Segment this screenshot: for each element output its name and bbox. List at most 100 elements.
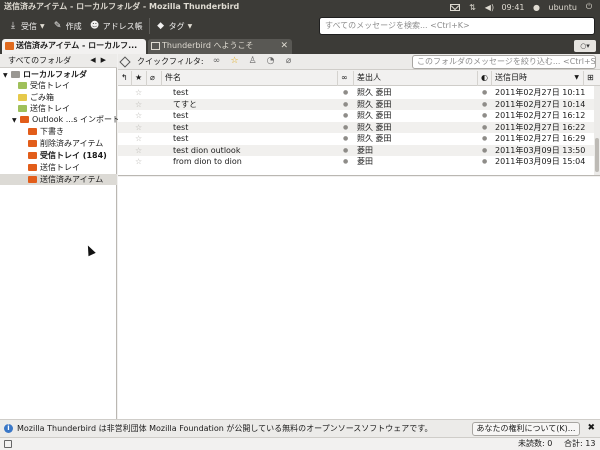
folder-icon	[28, 152, 37, 159]
tab-sent-items[interactable]: 送信済みアイテム - ローカルフ...	[2, 39, 146, 54]
folder-inbox[interactable]: 受信トレイ	[18, 80, 70, 91]
contact-filter-icon[interactable]: ♙	[248, 57, 258, 66]
app-menu-button[interactable]: ○▾	[574, 40, 596, 52]
table-row[interactable]: ☆ test dion outlook ● 菱田 ● 2011年03月09日 1…	[118, 144, 594, 156]
read-dot-icon[interactable]: ●	[343, 156, 348, 167]
write-button[interactable]: ✎ 作成	[49, 16, 86, 36]
message-date: 2011年02月27日 10:11	[495, 88, 586, 97]
unread-filter-icon[interactable]: ∞	[212, 57, 222, 66]
read-dot-icon[interactable]: ●	[343, 145, 348, 156]
twisty-open-icon[interactable]: ▼	[3, 70, 9, 81]
mouse-cursor	[84, 243, 96, 257]
table-row[interactable]: ☆ test ● 照久 菱田 ● 2011年02月27日 16:12	[118, 110, 594, 122]
star-icon[interactable]: ☆	[135, 133, 142, 144]
global-search-input[interactable]: すべてのメッセージを検索... <Ctrl+K>	[319, 17, 595, 35]
star-icon[interactable]: ☆	[135, 87, 142, 98]
folder-pane-header[interactable]: すべてのフォルダ ◀▶	[0, 54, 117, 68]
message-date: 2011年02月27日 10:14	[495, 99, 586, 109]
know-your-rights-label: あなたの権利について(K)...	[476, 424, 576, 433]
star-filter-icon[interactable]: ☆	[230, 57, 240, 66]
tag-filter-icon[interactable]: ◔	[266, 57, 276, 66]
junk-column-header[interactable]: ◐	[478, 71, 492, 86]
folder-label: ごみ箱	[30, 93, 54, 102]
attachment-filter-icon[interactable]: ⌀	[284, 57, 294, 66]
folder-trash[interactable]: ごみ箱	[18, 92, 54, 103]
junk-dot-icon[interactable]: ●	[482, 110, 487, 121]
read-dot-icon[interactable]: ●	[343, 122, 348, 133]
junk-dot-icon[interactable]: ●	[482, 122, 487, 133]
junk-dot-icon[interactable]: ●	[482, 99, 487, 110]
folder-view-label: すべてのフォルダ	[8, 56, 72, 65]
attachment-column-header[interactable]: ⌀	[147, 71, 162, 86]
volume-icon[interactable]: ◀)	[484, 3, 494, 12]
twisty-open-icon[interactable]: ▼	[12, 115, 18, 126]
date-column-header[interactable]: 送信日時 ▼	[492, 71, 584, 86]
folder-outlook-import[interactable]: ▼ Outlook ...s インポート	[12, 114, 120, 125]
table-row[interactable]: ☆ てすと ● 照久 菱田 ● 2011年02月27日 10:14	[118, 98, 594, 110]
read-dot-icon[interactable]: ●	[343, 87, 348, 98]
subject-column-header[interactable]: 件名	[162, 71, 338, 86]
offline-status-icon[interactable]	[4, 440, 12, 448]
mail-icon[interactable]	[450, 3, 461, 12]
tag-icon: ◆	[157, 21, 165, 31]
quick-filter-search-input[interactable]: このフォルダのメッセージを絞り込む... <Ctrl+Shift+K>	[412, 55, 596, 69]
junk-dot-icon[interactable]: ●	[482, 156, 487, 167]
know-your-rights-button[interactable]: あなたの権利について(K)...	[472, 422, 580, 436]
junk-dot-icon[interactable]: ●	[482, 133, 487, 144]
scrollbar-thumb[interactable]	[595, 138, 599, 172]
message-list-scrollbar[interactable]	[594, 86, 600, 175]
star-icon[interactable]: ☆	[135, 145, 142, 156]
folder-drafts[interactable]: 下書き	[28, 126, 64, 137]
folder-outbox-import[interactable]: 送信トレイ	[28, 162, 80, 173]
folder-deleted-items[interactable]: 削除済みアイテム	[28, 138, 103, 149]
unread-count: 未読数: 0	[518, 439, 553, 448]
read-dot-icon[interactable]: ●	[343, 133, 348, 144]
pin-icon[interactable]	[119, 55, 131, 68]
message-from: 菱田	[357, 145, 373, 155]
folder-icon	[28, 164, 37, 171]
tag-button[interactable]: ◆ タグ ▼	[152, 16, 197, 36]
address-book-label: アドレス帳	[102, 21, 143, 31]
network-icon[interactable]: ⇅	[467, 3, 477, 12]
thread-column-header[interactable]: ↰	[118, 71, 132, 86]
star-icon[interactable]: ☆	[135, 110, 142, 121]
tag-label: タグ	[168, 21, 185, 31]
get-mail-button[interactable]: ⤓ 受信 ▼	[4, 16, 49, 36]
user-name[interactable]: ubuntu	[549, 3, 578, 12]
read-dot-icon[interactable]: ●	[343, 99, 348, 110]
star-icon[interactable]: ☆	[135, 156, 142, 167]
close-icon[interactable]: ✖	[587, 420, 595, 437]
attachment-icon: ⌀	[150, 73, 155, 82]
chevron-down-icon[interactable]: ▼	[40, 23, 45, 30]
power-icon[interactable]: ⏻	[584, 2, 594, 12]
junk-dot-icon[interactable]: ●	[482, 145, 487, 156]
star-icon[interactable]: ☆	[135, 122, 142, 133]
read-column-header[interactable]: ∞	[338, 71, 354, 86]
correspondent-column-header[interactable]: 差出人	[354, 71, 478, 86]
folder-sent-items[interactable]: 送信済みアイテム	[0, 174, 117, 185]
column-picker[interactable]: ⊞	[584, 71, 600, 86]
folder-outbox[interactable]: 送信トレイ	[18, 103, 70, 114]
star-column-header[interactable]: ★	[132, 71, 147, 86]
star-icon[interactable]: ☆	[135, 99, 142, 110]
table-row[interactable]: ☆ test ● 照久 菱田 ● 2011年02月27日 10:11	[118, 87, 594, 99]
table-row[interactable]: ☆ test ● 照久 菱田 ● 2011年02月27日 16:22	[118, 121, 594, 133]
folder-inbox-import[interactable]: 受信トレイ (184)	[28, 150, 107, 161]
table-row[interactable]: ☆ from dion to dion ● 菱田 ● 2011年03月09日 1…	[118, 156, 594, 168]
global-search-placeholder: すべてのメッセージを検索... <Ctrl+K>	[325, 21, 470, 30]
folder-view-arrows[interactable]: ◀▶	[90, 54, 111, 67]
pencil-icon: ✎	[53, 21, 62, 31]
download-icon: ⤓	[11, 21, 15, 31]
junk-dot-icon[interactable]: ●	[482, 87, 487, 98]
address-book-button[interactable]: ☻ アドレス帳	[86, 16, 147, 36]
folder-label: 送信済みアイテム	[40, 175, 104, 184]
folder-local-folders[interactable]: ▼ ローカルフォルダ	[3, 69, 87, 80]
quick-filter-placeholder: このフォルダのメッセージを絞り込む... <Ctrl+Shift+K>	[417, 57, 596, 66]
subject-column-label: 件名	[165, 73, 181, 82]
clock[interactable]: 09:41	[501, 3, 524, 12]
table-row[interactable]: ☆ test ● 照久 菱田 ● 2011年02月27日 16:29	[118, 133, 594, 145]
user-icon[interactable]: ●	[532, 3, 542, 12]
tab-welcome[interactable]: Thunderbird へようこそ ✕	[148, 39, 292, 54]
close-icon[interactable]: ✕	[280, 39, 288, 53]
read-dot-icon[interactable]: ●	[343, 110, 348, 121]
